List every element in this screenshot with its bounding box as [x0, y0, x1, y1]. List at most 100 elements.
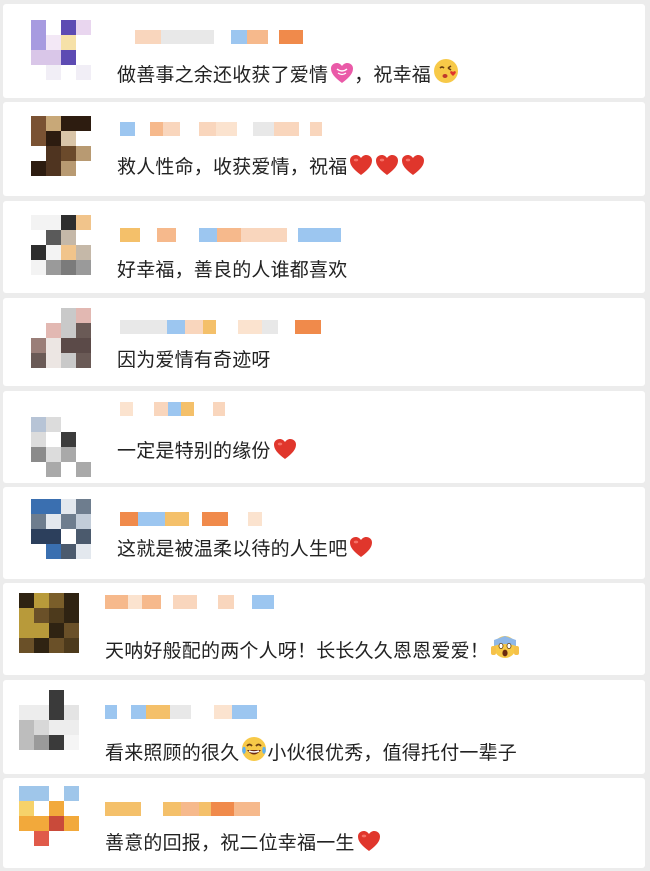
avatar-pixel [61, 35, 76, 50]
username-pixel [218, 595, 234, 609]
avatar[interactable] [19, 593, 79, 653]
avatar-pixel [46, 146, 61, 161]
username-pixel [252, 595, 274, 609]
avatar-pixel [76, 514, 91, 529]
avatar-pixel [34, 623, 49, 638]
avatar-pixel [19, 816, 34, 831]
avatar[interactable] [19, 786, 79, 846]
avatar[interactable] [31, 417, 91, 477]
username-blurred[interactable] [120, 320, 339, 334]
username-blurred[interactable] [120, 512, 277, 526]
avatar-pixel [61, 514, 76, 529]
avatar-pixel [76, 462, 91, 477]
comment-body: 看来照顾的很久 [105, 742, 240, 764]
comment-card[interactable]: 天呐好般配的两个人呀！长长久久恩恩爱爱！ [3, 583, 645, 675]
avatar-pixel [31, 499, 46, 514]
username-pixel [199, 802, 211, 816]
comment-text: 救人性命，收获爱情，祝福 [117, 154, 425, 182]
avatar-pixel [64, 786, 79, 801]
avatar[interactable] [31, 20, 91, 80]
username-pixel [274, 122, 299, 136]
username-pixel [211, 802, 234, 816]
pink-heart-icon [330, 62, 354, 90]
avatar-pixel [31, 338, 46, 353]
comment-card[interactable]: 看来照顾的很久 小伙很优秀，值得托付一辈子 [3, 680, 645, 774]
comment-text: 因为爱情有奇迹呀 [117, 348, 271, 372]
avatar-pixel [76, 353, 91, 368]
avatar-pixel [34, 608, 49, 623]
avatar-pixel [76, 499, 91, 514]
username-pixel [238, 320, 262, 334]
avatar-pixel [31, 50, 46, 65]
avatar-pixel [49, 816, 64, 831]
username-pixel [320, 228, 341, 242]
avatar-pixel [64, 705, 79, 720]
comment-card[interactable]: 救人性命，收获爱情，祝福 [3, 102, 645, 196]
username-pixel [167, 320, 185, 334]
username-blurred[interactable] [105, 705, 257, 719]
avatar-pixel [64, 593, 79, 608]
username-pixel [234, 802, 260, 816]
avatar-pixel [19, 720, 34, 735]
avatar-pixel [61, 161, 76, 176]
red-heart-icon [357, 830, 381, 858]
avatar-pixel [64, 816, 79, 831]
avatar-pixel [31, 116, 46, 131]
avatar[interactable] [31, 116, 91, 176]
comment-body: 好幸福，善良的人谁都喜欢 [117, 259, 348, 281]
red-heart-icon [349, 536, 373, 564]
avatar[interactable] [19, 690, 79, 750]
username-pixel [120, 122, 135, 136]
avatar-pixel [61, 260, 76, 275]
avatar-pixel [64, 735, 79, 750]
comment-text: 做善事之余还收获了爱情 ，祝幸福 [117, 58, 459, 90]
avatar[interactable] [31, 499, 91, 559]
comment-card[interactable]: 做善事之余还收获了爱情 ，祝幸福 [3, 4, 645, 98]
avatar-pixel [19, 608, 34, 623]
avatar-pixel [64, 623, 79, 638]
avatar-pixel [31, 161, 46, 176]
username-pixel [154, 402, 168, 416]
comment-card[interactable]: 一定是特别的缘份 [3, 391, 645, 483]
comment-card[interactable]: 好幸福，善良的人谁都喜欢 [3, 201, 645, 293]
avatar-pixel [61, 323, 76, 338]
username-pixel [203, 320, 216, 334]
username-blurred[interactable] [120, 402, 225, 416]
comment-card[interactable]: 这就是被温柔以待的人生吧 [3, 487, 645, 579]
avatar-pixel [61, 338, 76, 353]
username-pixel [145, 320, 167, 334]
comment-card[interactable]: 因为爱情有奇迹呀 [3, 298, 645, 386]
comment-body-suffix: 小伙很优秀，值得托付一辈子 [267, 742, 518, 764]
username-pixel [264, 228, 287, 242]
username-blurred[interactable] [120, 228, 359, 242]
username-pixel [193, 30, 214, 44]
username-pixel [217, 228, 241, 242]
avatar-pixel [19, 623, 34, 638]
username-blurred[interactable] [120, 122, 335, 136]
avatar-pixel [46, 323, 61, 338]
avatar-pixel [34, 735, 49, 750]
comment-body: 因为爱情有奇迹呀 [117, 349, 271, 371]
username-pixel [216, 122, 237, 136]
avatar[interactable] [31, 215, 91, 275]
username-blurred[interactable] [105, 595, 297, 609]
avatar-pixel [49, 593, 64, 608]
comment-body-suffix: ，祝幸福 [354, 64, 432, 86]
avatar-pixel [61, 447, 76, 462]
avatar-pixel [46, 215, 61, 230]
avatar-pixel [34, 831, 49, 846]
username-pixel [231, 30, 247, 44]
avatar[interactable] [31, 308, 91, 368]
username-pixel [135, 30, 161, 44]
username-pixel [161, 30, 176, 44]
avatar-pixel [76, 20, 91, 35]
avatar-pixel [61, 230, 76, 245]
avatar-pixel [61, 353, 76, 368]
avatar-pixel [34, 786, 49, 801]
avatar-pixel [61, 432, 76, 447]
avatar-pixel [46, 65, 61, 80]
comment-card[interactable]: 善意的回报，祝二位幸福一生 [3, 778, 645, 868]
username-pixel [170, 705, 191, 719]
username-blurred[interactable] [105, 802, 283, 816]
username-blurred[interactable] [135, 30, 303, 44]
